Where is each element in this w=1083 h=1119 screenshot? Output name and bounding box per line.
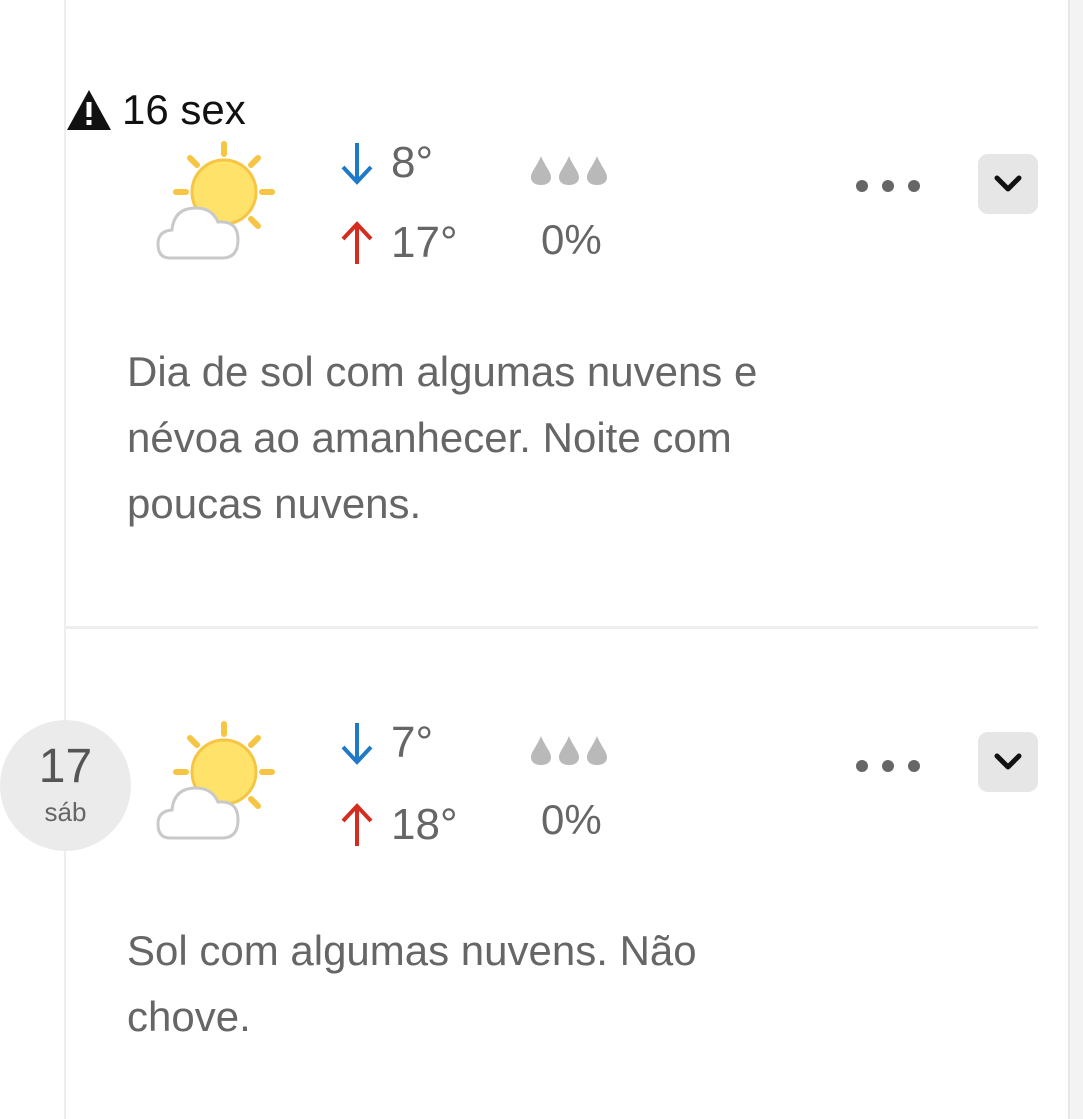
- forecast-description: Dia de sol com algumas nuvens e névoa ao…: [127, 348, 758, 527]
- max-value: 18°: [391, 800, 458, 849]
- expand-button[interactable]: [978, 154, 1038, 214]
- dot: [908, 760, 920, 772]
- drop-icon: [587, 736, 607, 765]
- min-value: 7°: [391, 718, 434, 767]
- forecast-day-17: 17 sáb 7° 18° 0% Sol com algumas nuvens.…: [0, 630, 1060, 1119]
- drop-icon: [531, 736, 551, 765]
- scrollbar-track[interactable]: [1068, 0, 1083, 1119]
- weekday: sáb: [44, 797, 87, 827]
- dot: [882, 180, 894, 192]
- sun-with-cloud-icon: [156, 141, 275, 260]
- warning-icon: [67, 90, 111, 130]
- chevron-down-icon: [994, 175, 1022, 192]
- arrow-down-icon: [341, 143, 373, 185]
- arrow-down-icon: [341, 723, 373, 765]
- temperature-min: 8°: [337, 138, 433, 188]
- temperature-max: 18°: [337, 800, 458, 850]
- dot: [882, 760, 894, 772]
- chevron-down-icon: [994, 753, 1022, 770]
- sun-with-cloud-icon: [156, 721, 275, 840]
- day-divider: [66, 626, 1038, 629]
- temperature-min: 7°: [337, 718, 433, 768]
- dot: [908, 180, 920, 192]
- temperature-max: 17°: [337, 218, 458, 268]
- drop-icon: [559, 736, 579, 765]
- precipitation-percent: 0%: [541, 796, 602, 843]
- dot: [856, 180, 868, 192]
- forecast-day-16: 16 sex 8° 17° 0% Dia de sol com algumas …: [0, 0, 1060, 628]
- arrow-up-icon: [341, 221, 373, 264]
- more-options-button[interactable]: [856, 754, 920, 778]
- more-options-button[interactable]: [856, 174, 920, 198]
- drop-icon: [531, 156, 551, 185]
- expand-button[interactable]: [978, 732, 1038, 792]
- arrow-up-icon: [341, 803, 373, 846]
- day-number: 17: [38, 740, 93, 793]
- date-bubble: 17 sáb: [0, 720, 131, 851]
- precipitation-drops: [530, 734, 608, 766]
- date-label: 16 sex: [122, 86, 246, 133]
- precipitation-drops: [530, 154, 608, 186]
- max-value: 17°: [391, 218, 458, 267]
- min-value: 8°: [391, 138, 434, 187]
- forecast-description: Sol com algumas nuvens. Não chove.: [127, 927, 697, 1040]
- precipitation-percent: 0%: [541, 216, 602, 263]
- drop-icon: [587, 156, 607, 185]
- date-header: 16 sex: [66, 88, 246, 132]
- drop-icon: [559, 156, 579, 185]
- dot: [856, 760, 868, 772]
